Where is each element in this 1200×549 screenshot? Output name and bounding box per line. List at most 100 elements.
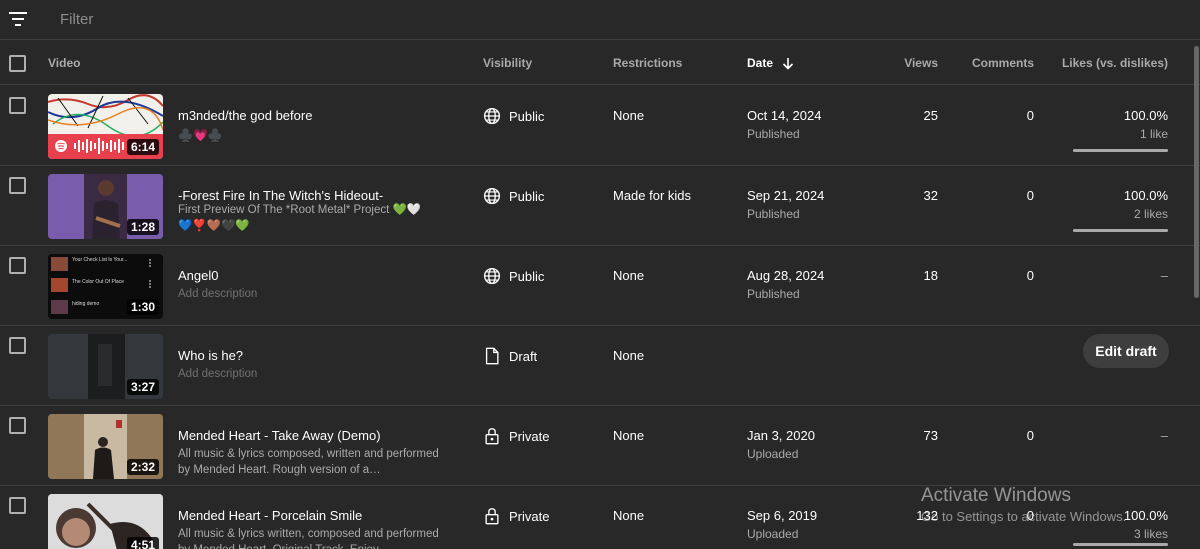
column-header-visibility: Visibility	[483, 56, 533, 70]
visibility-label: Public	[509, 188, 545, 204]
video-duration: 2:32	[126, 459, 159, 475]
views-value: 32	[923, 188, 938, 203]
likes-percent: 100.0%	[1123, 108, 1168, 123]
likes-count: 1 like	[1139, 127, 1168, 141]
video-thumbnail[interactable]: 2:32	[48, 414, 163, 479]
video-thumbnail[interactable]: 3:27	[48, 334, 163, 399]
edit-draft-button[interactable]: Edit draft	[1083, 334, 1169, 368]
likes-ratio-fill	[1073, 229, 1168, 232]
video-title[interactable]: -Forest Fire In The Witch's Hideout-	[178, 188, 383, 203]
comments-value: 0	[1026, 268, 1034, 283]
likes-percent: 100.0%	[1123, 188, 1168, 203]
visibility-cell[interactable]: Public	[483, 186, 544, 206]
video-title[interactable]: Who is he?	[178, 348, 243, 363]
likes-count: 3 likes	[1133, 527, 1168, 541]
table-header: Video Visibility Restrictions Date Views…	[0, 41, 1200, 85]
vertical-scrollbar[interactable]	[1194, 41, 1200, 549]
date-value: Oct 14, 2024	[747, 108, 822, 123]
globe-icon	[483, 107, 501, 125]
video-thumbnail[interactable]: Your Check List Is Your... The Color Out…	[48, 254, 163, 319]
visibility-label: Private	[509, 428, 550, 444]
column-header-comments[interactable]: Comments	[972, 56, 1034, 70]
video-description: All music & lyrics written, composed and…	[178, 528, 439, 549]
column-header-likes[interactable]: Likes (vs. dislikes)	[1062, 56, 1168, 70]
likes-percent: 100.0%	[1123, 508, 1168, 523]
visibility-label: Draft	[509, 348, 538, 364]
restrictions-value: None	[613, 508, 645, 523]
globe-icon	[483, 187, 501, 205]
restrictions-value: Made for kids	[613, 188, 692, 203]
table-row[interactable]: 1:28 -Forest Fire In The Witch's Hideout…	[0, 166, 1200, 246]
lock-icon	[485, 508, 499, 525]
visibility-cell[interactable]: Draft	[483, 346, 537, 366]
filter-icon[interactable]	[8, 9, 28, 29]
row-checkbox[interactable]	[9, 177, 26, 194]
visibility-label: Public	[509, 108, 545, 124]
comments-value: 0	[1026, 188, 1034, 203]
video-title[interactable]: Mended Heart - Take Away (Demo)	[178, 428, 381, 443]
video-title[interactable]: Angel0	[178, 268, 218, 283]
likes-ratio-bar	[1073, 149, 1168, 152]
views-value: 73	[923, 428, 938, 443]
video-thumbnail[interactable]: 4:51	[48, 494, 163, 549]
video-description: ♣️💗♣️	[178, 128, 223, 142]
comments-value: 0	[1026, 428, 1034, 443]
video-title[interactable]: m3nded/the god before	[178, 108, 312, 123]
row-checkbox[interactable]	[9, 337, 26, 354]
row-checkbox[interactable]	[9, 97, 26, 114]
visibility-label: Private	[509, 508, 550, 524]
likes-ratio-bar	[1073, 229, 1168, 232]
visibility-cell[interactable]: Public	[483, 106, 544, 126]
comments-value: 0	[1026, 508, 1034, 523]
table-row[interactable]: 6:14 m3nded/the god before ♣️💗♣️ Public …	[0, 86, 1200, 166]
column-header-video: Video	[48, 56, 81, 70]
date-value: Jan 3, 2020	[747, 428, 815, 443]
column-header-views[interactable]: Views	[904, 56, 938, 70]
row-checkbox[interactable]	[9, 497, 26, 514]
views-value: 132	[916, 508, 938, 523]
restrictions-value: None	[613, 428, 645, 443]
views-value: 18	[923, 268, 938, 283]
publish-status: Uploaded	[747, 527, 799, 541]
likes-ratio-fill	[1073, 543, 1168, 546]
restrictions-value: None	[613, 348, 645, 363]
video-title[interactable]: Mended Heart - Porcelain Smile	[178, 508, 362, 523]
scrollbar-thumb[interactable]	[1194, 46, 1199, 298]
video-description: First Preview Of The *Root Metal* Projec…	[178, 202, 453, 234]
likes-count: 2 likes	[1133, 207, 1168, 221]
visibility-cell[interactable]: Private	[483, 506, 549, 526]
row-checkbox[interactable]	[9, 417, 26, 434]
lock-icon	[485, 428, 499, 445]
video-duration: 1:30	[126, 299, 159, 315]
column-header-date[interactable]: Date	[747, 56, 794, 70]
video-duration: 4:51	[126, 537, 159, 549]
thumbnail-track-1: Your Check List Is Your...	[72, 257, 128, 263]
video-description-line-1: First Preview Of The *Root Metal* Projec…	[178, 204, 422, 216]
column-header-date-label: Date	[747, 56, 774, 70]
visibility-cell[interactable]: Private	[483, 426, 549, 446]
date-value: Sep 21, 2024	[747, 188, 825, 203]
likes-empty: –	[1160, 428, 1168, 443]
video-thumbnail[interactable]: 6:14	[48, 94, 163, 159]
publish-status: Uploaded	[747, 447, 799, 461]
publish-status: Published	[747, 127, 800, 141]
filter-bar	[0, 0, 1200, 40]
table-row[interactable]: 4:51 Mended Heart - Porcelain Smile All …	[0, 486, 1200, 549]
document-icon	[485, 347, 499, 365]
table-row[interactable]: 2:32 Mended Heart - Take Away (Demo) All…	[0, 406, 1200, 486]
likes-empty: –	[1160, 268, 1168, 283]
visibility-cell[interactable]: Public	[483, 266, 544, 286]
row-checkbox[interactable]	[9, 257, 26, 274]
table-row[interactable]: 3:27 Who is he? Add description Draft No…	[0, 326, 1200, 406]
publish-status: Published	[747, 287, 800, 301]
select-all-checkbox[interactable]	[9, 55, 26, 72]
video-thumbnail[interactable]: 1:28	[48, 174, 163, 239]
video-duration: 6:14	[126, 139, 159, 155]
globe-icon	[483, 267, 501, 285]
column-header-restrictions: Restrictions	[613, 56, 683, 70]
table-row[interactable]: Your Check List Is Your... The Color Out…	[0, 246, 1200, 326]
thumbnail-track-3: hiding demo	[72, 301, 100, 307]
publish-status: Published	[747, 207, 800, 221]
sort-descending-icon	[783, 58, 794, 70]
filter-input[interactable]	[60, 9, 460, 29]
